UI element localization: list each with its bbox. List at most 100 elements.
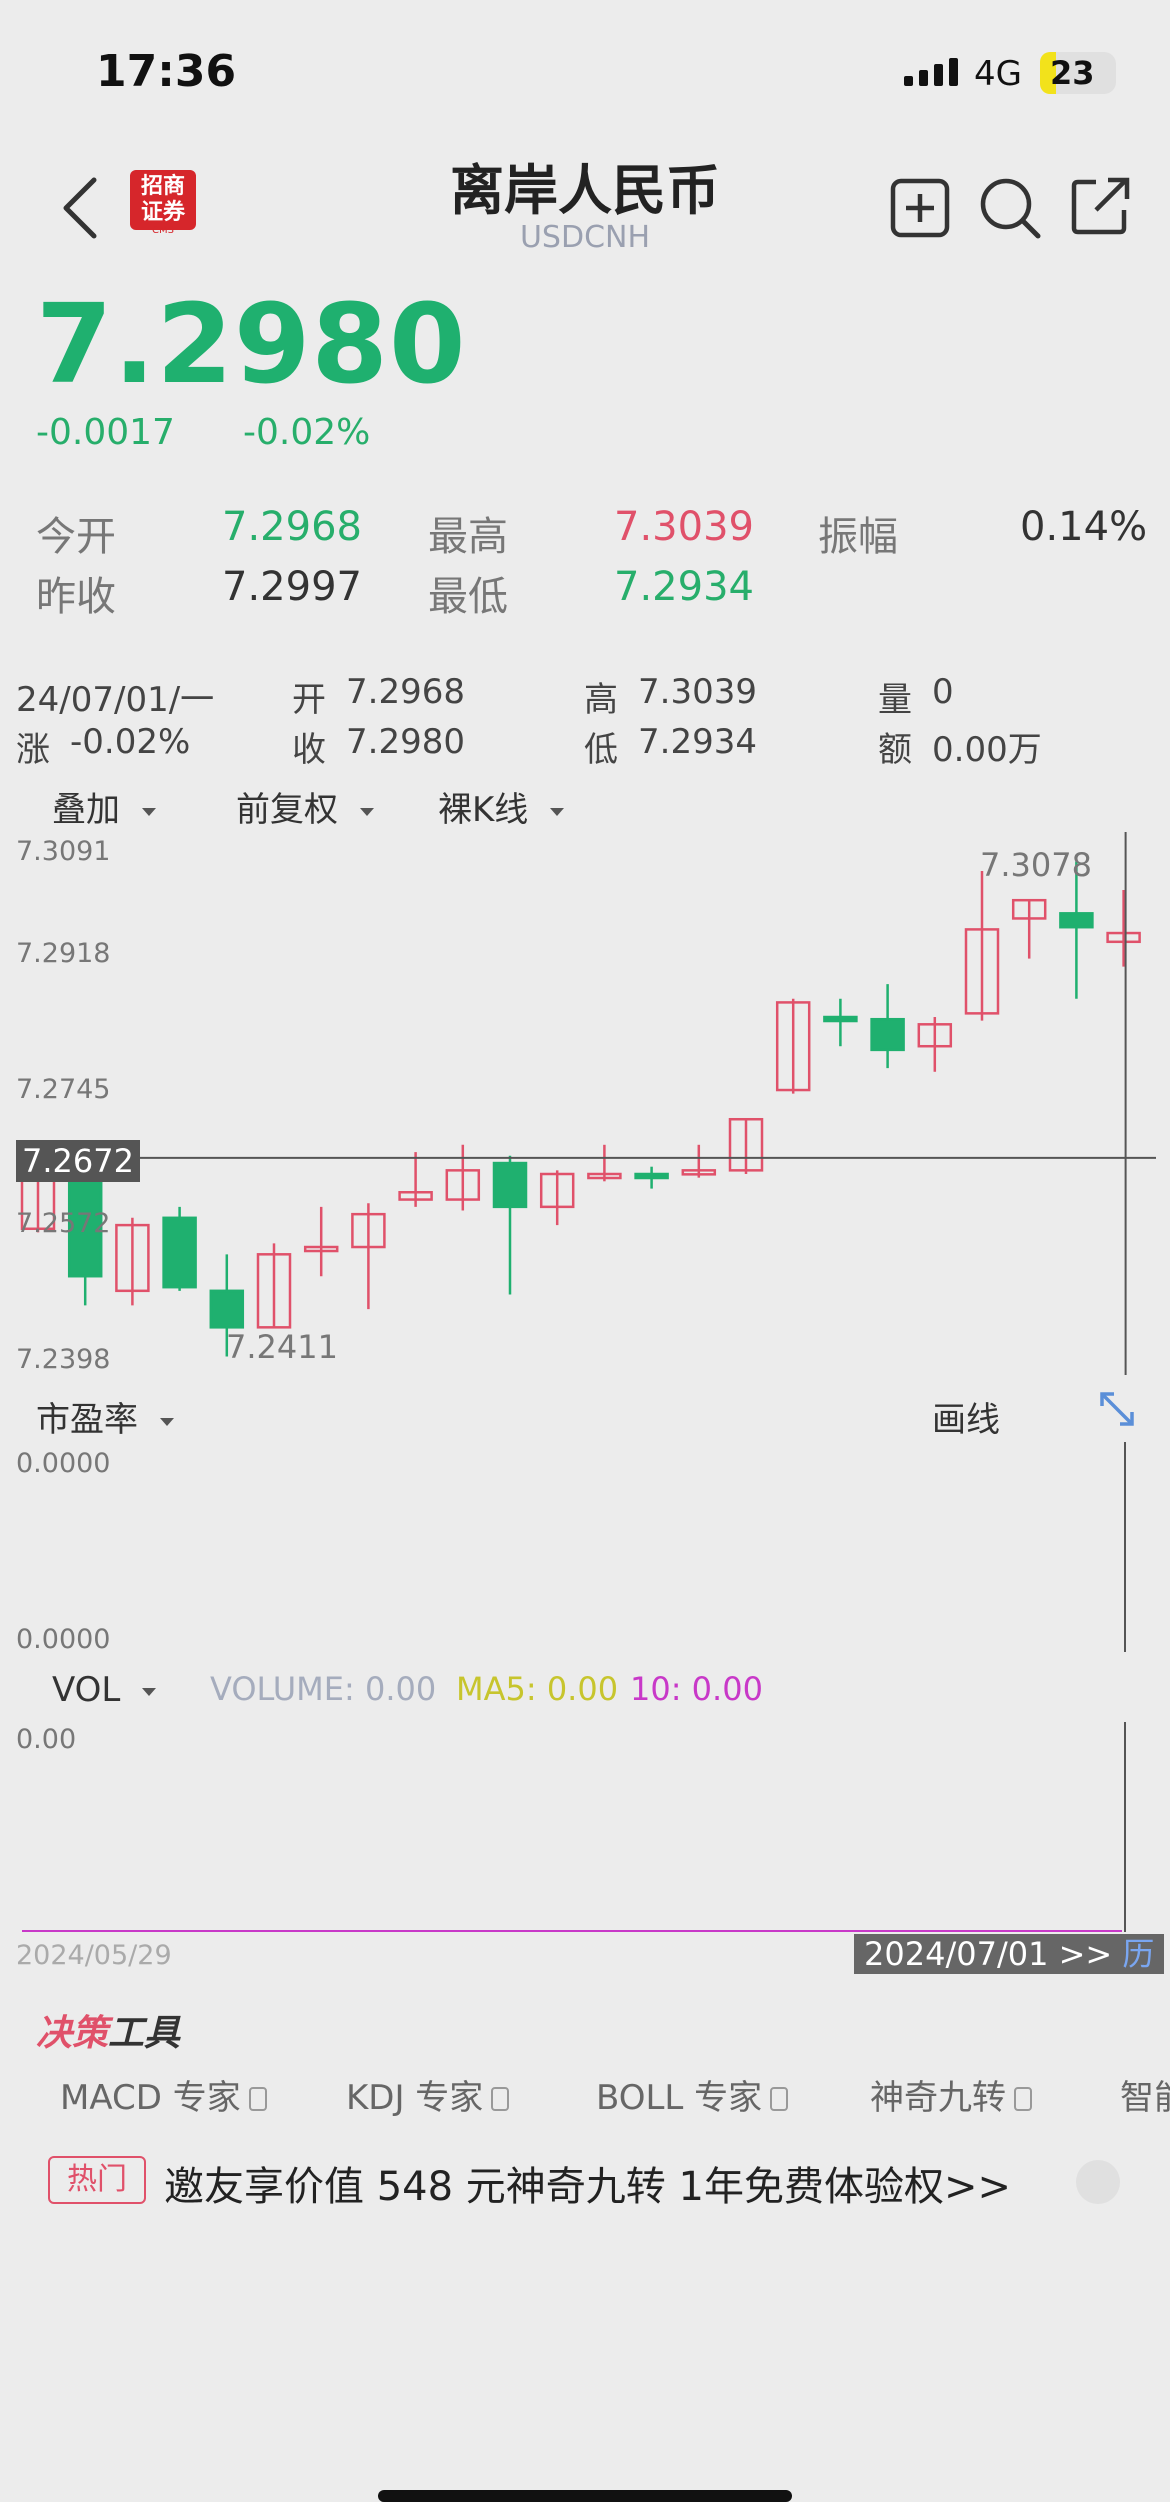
candle: [162, 1206, 197, 1291]
prev-close-value: 7.2997: [222, 564, 362, 610]
bar-low-value: 7.2934: [638, 722, 757, 762]
high-label: 最高: [428, 514, 508, 560]
bar-amount-label: 额: [878, 730, 912, 770]
bar-low-label: 低: [584, 730, 618, 770]
candle: [445, 1144, 481, 1211]
start-date: 2024/05/29: [16, 1940, 172, 1971]
candle: [256, 1243, 292, 1329]
bar-open-label: 开: [292, 680, 326, 720]
home-indicator: [378, 2490, 792, 2502]
y-axis-label: 7.3091: [16, 836, 111, 867]
search-icon[interactable]: [978, 176, 1042, 240]
candle: [398, 1152, 433, 1207]
candle-body: [823, 1015, 858, 1023]
prev-close-label: 昨收: [36, 574, 116, 620]
candle: [870, 984, 905, 1069]
share-icon[interactable]: [1070, 176, 1132, 238]
amplitude-value: 0.14%: [1020, 504, 1148, 550]
low-label: 最低: [428, 574, 508, 620]
candle: [303, 1206, 339, 1277]
max-price-marker: 7.3078: [980, 846, 1092, 884]
bar-close-value: 7.2980: [346, 722, 465, 762]
vol-dropdown[interactable]: VOL: [52, 1670, 157, 1710]
y-axis-label: 7.2398: [16, 1344, 111, 1375]
bar-date: 24/07/01/一: [16, 680, 215, 720]
bar-high-value: 7.3039: [638, 672, 757, 712]
candle: [964, 870, 1000, 1021]
smart-tool[interactable]: 智能: [1120, 2070, 1170, 2119]
signal-icon: [904, 58, 958, 86]
candle: [917, 1017, 953, 1072]
ma10-readout: 10: 0.00: [630, 1670, 763, 1708]
crosshair-line: [1124, 1722, 1126, 1932]
ma5-readout: MA5: 0.00: [456, 1670, 619, 1708]
low-value: 7.2934: [614, 564, 754, 610]
battery-percent: 23: [1050, 54, 1095, 92]
candle-body: [492, 1161, 528, 1209]
candle-body: [634, 1172, 669, 1180]
y-axis-label: 7.2745: [16, 1074, 111, 1105]
lock-icon: [491, 2087, 510, 2111]
kdj-tool[interactable]: KDJ 专家: [346, 2070, 510, 2119]
boll-tool[interactable]: BOLL 专家: [596, 2070, 789, 2119]
bar-open-value: 7.2968: [346, 672, 465, 712]
candle: [775, 998, 811, 1094]
hot-badge: 热门: [48, 2156, 146, 2204]
add-watchlist-icon[interactable]: [890, 178, 950, 238]
lock-icon: [248, 2087, 267, 2111]
amplitude-label: 振幅: [818, 514, 898, 560]
candle-body: [209, 1289, 245, 1329]
candle: [492, 1155, 528, 1295]
open-label: 今开: [36, 514, 116, 560]
volume-readout: VOLUME: 0.00: [210, 1670, 437, 1708]
chevron-down-icon: [550, 807, 565, 816]
pe-dropdown[interactable]: 市盈率: [36, 1392, 174, 1441]
tools-title: 决策工具: [36, 2013, 181, 2054]
volume-baseline: [22, 1930, 1122, 1932]
candle: [539, 1170, 575, 1226]
lock-icon: [770, 2087, 789, 2111]
last-price: 7.2980: [36, 280, 467, 408]
crosshair-price-label: 7.2672: [16, 1140, 140, 1182]
candle-body: [162, 1216, 197, 1289]
chevron-down-icon: [142, 1687, 157, 1696]
end-date-label[interactable]: 2024/07/01 >> 历: [854, 1934, 1165, 1974]
lock-icon: [1014, 2087, 1032, 2111]
candle: [587, 1144, 622, 1182]
expand-icon[interactable]: [1098, 1390, 1136, 1428]
bar-amount-value: 0.00万: [932, 730, 1042, 770]
network-type: 4G: [974, 54, 1022, 94]
candle: [634, 1166, 669, 1189]
candle: [681, 1144, 717, 1178]
macd-tool[interactable]: MACD 专家: [60, 2070, 267, 2119]
price-change-percent: -0.02%: [243, 412, 371, 453]
candlestick-chart[interactable]: [0, 820, 1170, 1380]
bar-close-label: 收: [292, 730, 326, 770]
candle: [351, 1203, 386, 1310]
magic-nine-tool[interactable]: 神奇九转: [870, 2070, 1032, 2119]
status-time: 17:36: [96, 46, 237, 97]
draw-line-button[interactable]: 画线: [932, 1392, 1000, 1441]
min-price-marker: 7.2411: [226, 1328, 338, 1366]
y-axis-label: 7.2572: [16, 1208, 111, 1239]
candle: [1011, 898, 1047, 959]
chevron-down-icon: [360, 807, 374, 816]
candle-body: [1059, 912, 1094, 929]
candle-body: [870, 1017, 905, 1052]
bar-change-label: 涨: [16, 730, 50, 770]
chevron-down-icon: [160, 1417, 174, 1426]
candle: [115, 1217, 150, 1306]
bar-high-label: 高: [584, 680, 618, 720]
promo-link[interactable]: 邀友享价值 548 元神奇九转 1年免费体验权>>: [164, 2154, 1011, 2212]
candle: [67, 1174, 103, 1306]
crosshair-line: [1124, 1442, 1126, 1652]
bar-change-value: -0.02%: [70, 722, 191, 762]
pe-axis-top: 0.0000: [16, 1448, 111, 1479]
bar-volume-value: 0: [932, 672, 954, 712]
vol-axis-top: 0.00: [16, 1724, 77, 1755]
bar-volume-label: 量: [878, 680, 912, 720]
close-icon[interactable]: [1076, 2160, 1120, 2204]
candle: [1106, 889, 1141, 967]
y-axis-label: 7.2918: [16, 938, 111, 969]
pe-axis-bottom: 0.0000: [16, 1624, 111, 1655]
